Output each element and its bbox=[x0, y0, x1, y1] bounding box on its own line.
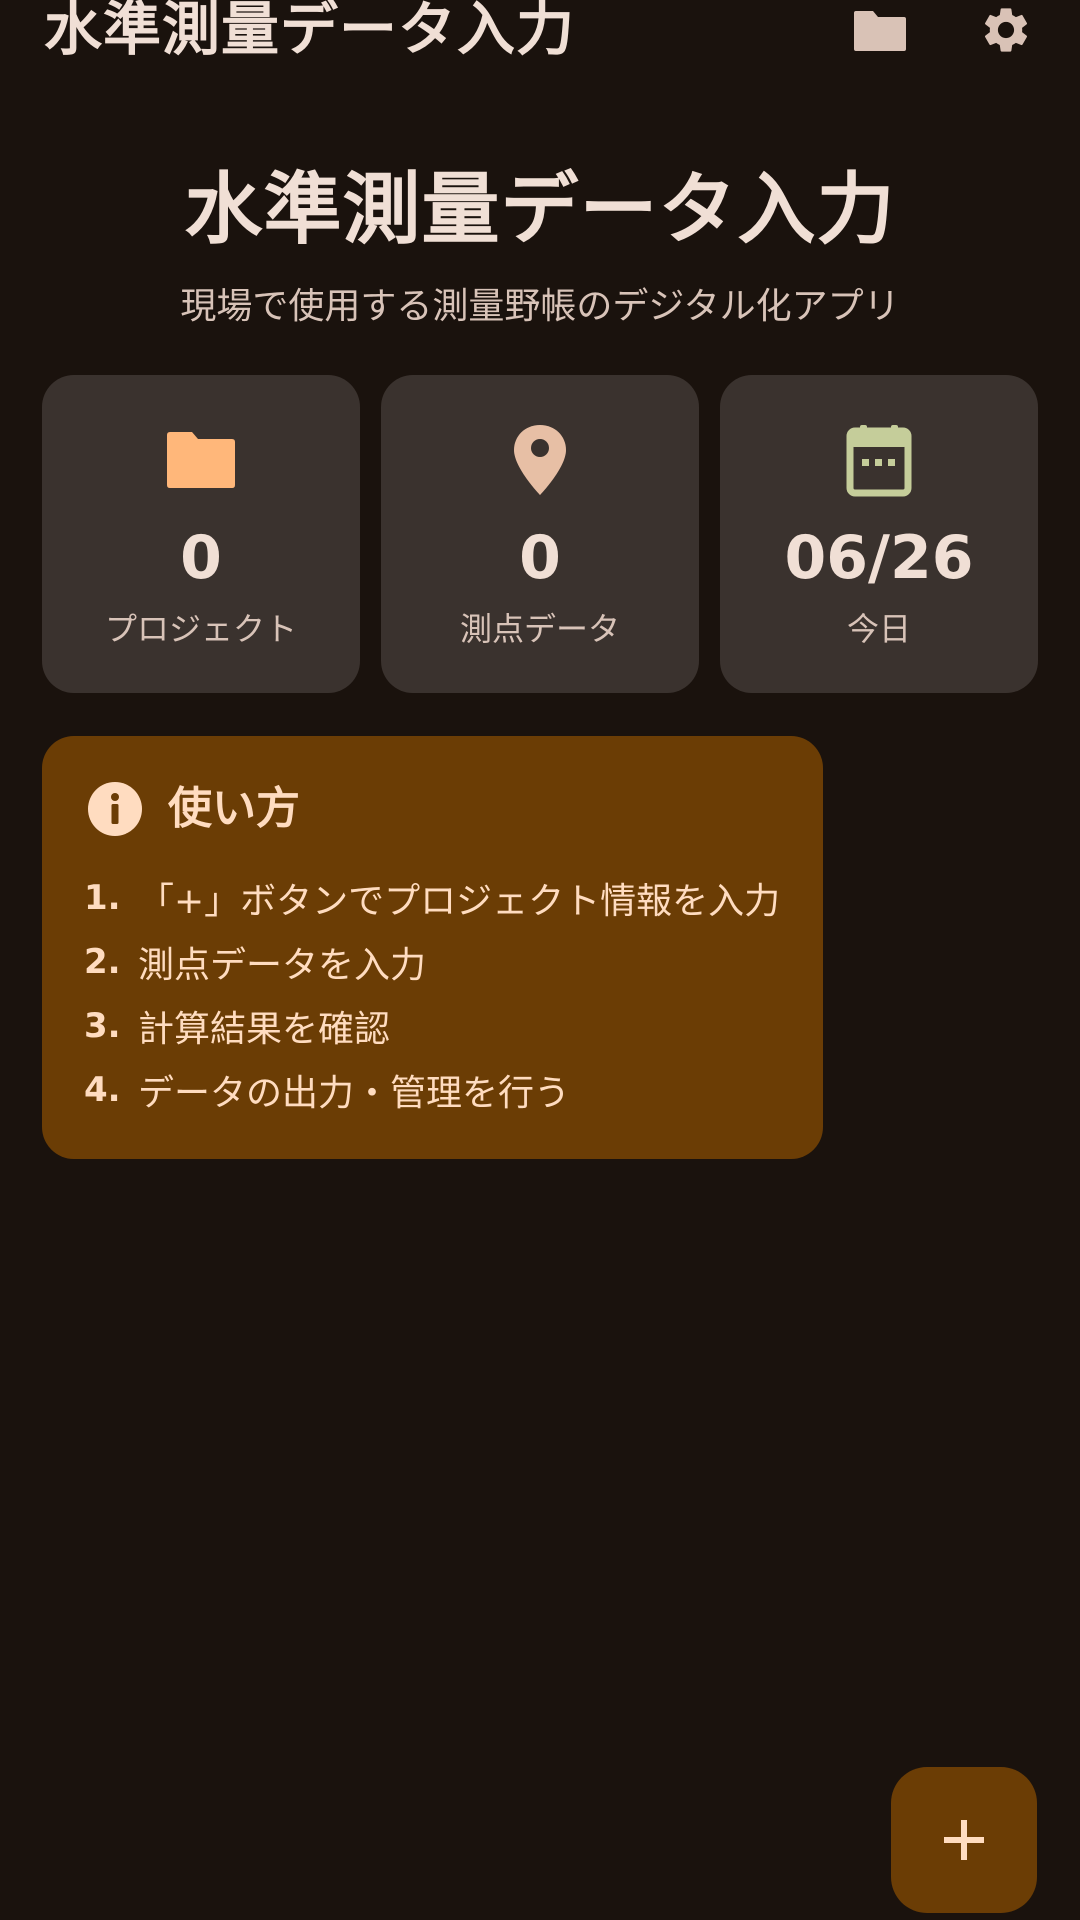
gear-icon bbox=[984, 8, 1028, 52]
step-number: 4. bbox=[84, 1070, 121, 1110]
step-text: 計算結果を確認 bbox=[138, 1009, 391, 1050]
point-count: 0 bbox=[519, 523, 561, 593]
app-bar-title: 水準測量データ入力 bbox=[44, 0, 576, 63]
today-label: 今日 bbox=[846, 610, 911, 648]
settings-button[interactable] bbox=[964, 0, 1048, 60]
info-icon bbox=[88, 782, 142, 836]
step-text: データの出力・管理を行う bbox=[138, 1073, 571, 1114]
stat-card-points: 0 測点データ bbox=[381, 375, 699, 693]
project-count: 0 bbox=[180, 523, 222, 593]
home-screen: 水準測量データ入力 水準測量データ入力 現場で使用する測量野帳のデジタル化アプリ… bbox=[0, 0, 1080, 1920]
calendar-icon bbox=[846, 425, 912, 497]
list-item: 4. データの出力・管理を行う bbox=[84, 1058, 780, 1122]
add-project-fab[interactable] bbox=[891, 1767, 1037, 1913]
open-projects-button[interactable] bbox=[838, 0, 922, 60]
stat-card-today: 06/26 今日 bbox=[720, 375, 1038, 693]
location-pin-icon bbox=[514, 425, 566, 495]
page-subtitle: 現場で使用する測量野帳のデジタル化アプリ bbox=[180, 286, 900, 327]
step-text: 測点データを入力 bbox=[138, 945, 427, 986]
page-title: 水準測量データ入力 bbox=[184, 165, 896, 255]
step-number: 3. bbox=[84, 1006, 121, 1046]
how-to-use-title: 使い方 bbox=[168, 783, 300, 834]
project-count-label: プロジェクト bbox=[104, 610, 297, 648]
stat-card-projects: 0 プロジェクト bbox=[42, 375, 360, 693]
plus-icon bbox=[944, 1820, 984, 1860]
list-item: 1. 「+」ボタンでプロジェクト情報を入力 bbox=[84, 866, 780, 930]
folder-icon bbox=[167, 432, 235, 488]
step-number: 2. bbox=[84, 942, 121, 982]
how-to-use-card: 使い方 1. 「+」ボタンでプロジェクト情報を入力 2. 測点データを入力 3.… bbox=[42, 736, 823, 1159]
folder-icon bbox=[854, 11, 906, 51]
today-date: 06/26 bbox=[784, 523, 974, 593]
step-text: 「+」ボタンでプロジェクト情報を入力 bbox=[138, 881, 781, 922]
step-number: 1. bbox=[84, 878, 121, 918]
top-app-bar: 水準測量データ入力 bbox=[0, 0, 1080, 80]
point-count-label: 測点データ bbox=[459, 610, 620, 648]
how-to-use-steps: 1. 「+」ボタンでプロジェクト情報を入力 2. 測点データを入力 3. 計算結… bbox=[84, 866, 780, 1122]
list-item: 3. 計算結果を確認 bbox=[84, 994, 780, 1058]
list-item: 2. 測点データを入力 bbox=[84, 930, 780, 994]
